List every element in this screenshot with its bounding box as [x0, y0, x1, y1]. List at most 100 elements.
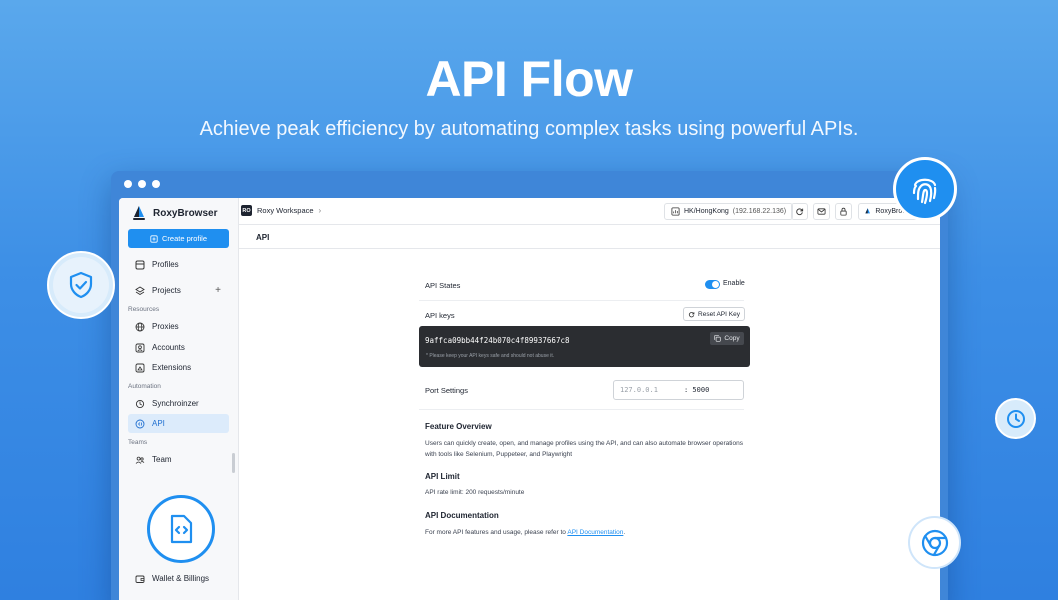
shield-badge-inner	[53, 257, 109, 313]
clock-badge	[995, 398, 1036, 439]
workspace-badge: RO	[241, 205, 252, 216]
section-automation: Automation	[128, 383, 161, 390]
sidebar-item-label: Wallet & Billings	[152, 574, 210, 583]
page-header: API	[239, 225, 940, 249]
roxy-logo-icon	[865, 208, 870, 214]
api-key-value[interactable]: 9affca09bb44f24b070c4f89937667c8	[425, 336, 570, 345]
chevron-right-icon: ›	[318, 206, 322, 215]
sidebar-item-proxies[interactable]: Proxies	[128, 317, 229, 336]
mail-icon	[817, 208, 826, 215]
section-teams: Teams	[128, 439, 148, 446]
api-key-note: * Please keep your API keys safe and sho…	[426, 353, 555, 359]
feature-overview-title: Feature Overview	[425, 422, 492, 431]
port-ip: 127.0.0.1	[620, 386, 658, 394]
sidebar-item-label: Profiles	[152, 260, 179, 269]
sidebar-item-api[interactable]: API	[128, 414, 229, 433]
layers-icon	[135, 285, 145, 295]
network-icon	[671, 207, 680, 216]
sidebar-item-label: Team	[152, 455, 172, 464]
port-value: : 5000	[684, 386, 710, 394]
api-docs-title: API Documentation	[425, 511, 499, 520]
proxy-ip: (192.168.22.136)	[732, 208, 787, 215]
sidebar-item-accounts[interactable]: Accounts	[128, 338, 229, 357]
api-enable-toggle[interactable]	[705, 280, 720, 289]
roxy-logo-icon	[133, 206, 145, 220]
refresh-icon	[796, 208, 804, 216]
enable-label: Enable	[723, 280, 745, 287]
sidebar-item-profiles[interactable]: Profiles	[128, 255, 229, 274]
chrome-badge	[908, 516, 961, 569]
fingerprint-icon	[912, 178, 937, 205]
api-docs-link[interactable]: API Documentation	[567, 529, 623, 536]
sidebar-item-label: Proxies	[152, 322, 179, 331]
window-dot[interactable]	[124, 180, 132, 188]
reset-api-key-label: Reset API Key	[698, 310, 740, 318]
window-controls	[124, 180, 160, 188]
workspace-switcher[interactable]: RO Roxy Workspace ›	[241, 205, 321, 216]
profiles-icon	[135, 260, 145, 269]
proxy-location: HK/HongKong	[684, 208, 729, 215]
section-resources: Resources	[128, 306, 160, 313]
api-limit-text: API rate limit: 200 requests/minute	[425, 489, 525, 496]
hero-subtitle: Achieve peak efficiency by automating co…	[199, 118, 859, 140]
sidebar-item-extensions[interactable]: Extensions	[128, 358, 229, 377]
globe-icon	[135, 322, 145, 331]
divider	[419, 300, 744, 301]
sidebar-item-synchronizer[interactable]: Synchroinzer	[128, 394, 229, 413]
add-profile-icon	[150, 234, 158, 243]
sidebar-item-label: Projects	[152, 286, 181, 295]
api-key-box: 9affca09bb44f24b070c4f89937667c8 Copy * …	[419, 326, 750, 367]
app-body: RoxyBrowser Create profile Profiles Proj…	[119, 198, 940, 600]
port-settings-label: Port Settings	[425, 386, 468, 395]
sidebar-item-wallet[interactable]: Wallet & Billings	[128, 569, 229, 588]
add-project-icon[interactable]: +	[215, 285, 221, 296]
fingerprint-badge	[893, 157, 957, 221]
sidebar-scrollbar[interactable]	[232, 453, 235, 473]
sync-icon	[135, 399, 145, 408]
sidebar-item-team[interactable]: Team	[128, 450, 229, 469]
workspace-name: Roxy Workspace	[257, 206, 314, 215]
port-input[interactable]: 127.0.0.1 : 5000	[613, 380, 744, 400]
divider	[419, 409, 744, 410]
topbar: RO Roxy Workspace › HK/HongKong (192.168…	[239, 198, 940, 225]
api-settings-panel: API States Enable API keys Reset API Key…	[419, 249, 750, 600]
messages-button[interactable]	[813, 203, 830, 220]
code-file-badge	[147, 495, 215, 563]
proxy-status-chip[interactable]: HK/HongKong (192.168.22.136)	[664, 203, 794, 220]
api-icon	[135, 419, 145, 428]
page-title: API	[256, 233, 270, 242]
chrome-icon	[921, 529, 948, 556]
create-profile-label: Create profile	[161, 234, 208, 243]
create-profile-button[interactable]: Create profile	[128, 229, 229, 248]
shield-badge	[47, 251, 115, 319]
lock-button[interactable]	[835, 203, 852, 220]
wallet-icon	[135, 575, 145, 583]
clock-icon	[1006, 409, 1025, 428]
brand-name: RoxyBrowser	[153, 207, 218, 219]
shield-check-icon	[69, 271, 93, 299]
copy-icon	[714, 335, 722, 342]
brand[interactable]: RoxyBrowser	[131, 205, 217, 221]
lock-icon	[840, 207, 847, 216]
window-dot[interactable]	[152, 180, 160, 188]
api-docs-text: For more API features and usage, please …	[425, 527, 745, 538]
copy-button[interactable]: Copy	[710, 332, 744, 345]
code-file-icon	[170, 514, 193, 544]
team-icon	[135, 456, 145, 464]
window-dot[interactable]	[138, 180, 146, 188]
api-states-label: API States	[425, 281, 461, 290]
api-keys-label: API keys	[425, 311, 455, 320]
hero-title: API Flow	[425, 51, 633, 107]
sidebar-item-label: API	[152, 419, 165, 428]
extension-icon	[135, 363, 145, 372]
reset-api-key-button[interactable]: Reset API Key	[683, 307, 745, 321]
sidebar-item-label: Synchroinzer	[152, 399, 199, 408]
sidebar-item-projects[interactable]: Projects +	[128, 281, 229, 300]
refresh-icon	[688, 311, 695, 317]
account-icon	[135, 343, 145, 352]
refresh-button[interactable]	[791, 203, 808, 220]
api-docs-end: .	[623, 529, 626, 536]
copy-label: Copy	[724, 335, 740, 342]
sidebar-item-label: Accounts	[152, 343, 185, 352]
sidebar-item-label: Extensions	[152, 363, 192, 372]
